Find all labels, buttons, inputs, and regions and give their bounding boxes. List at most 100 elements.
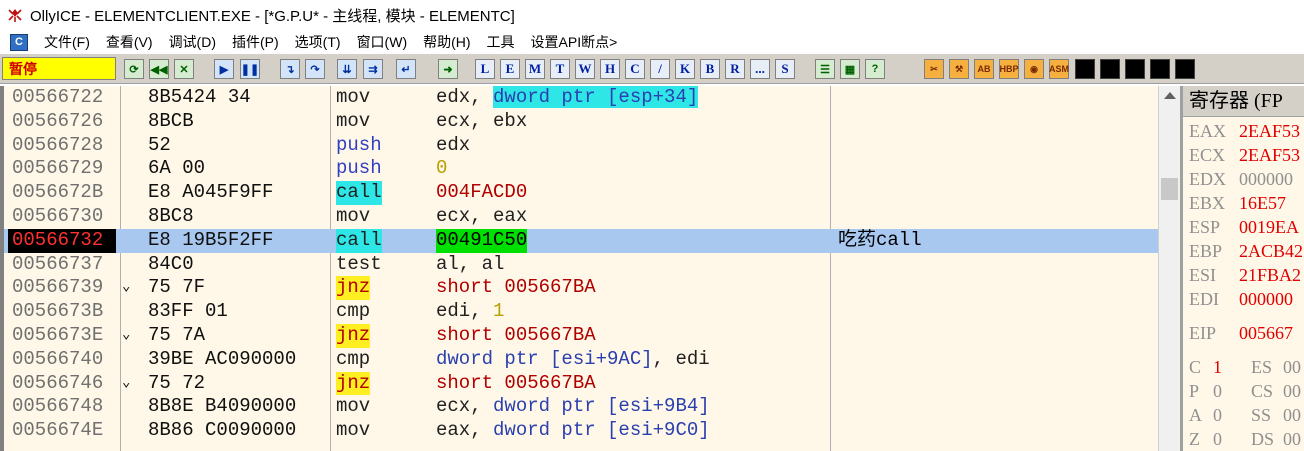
flag-row-p[interactable]: P 0 CS 00	[1183, 379, 1304, 403]
execute-till-return-icon[interactable]: ↵	[396, 59, 416, 79]
menu-window[interactable]: 窗口(W)	[349, 32, 416, 52]
asm-button[interactable]: ASM	[1049, 59, 1069, 79]
toolbar-black-slot-3[interactable]	[1125, 59, 1145, 79]
register-value: 2EAF53	[1239, 145, 1301, 165]
patches-window-button[interactable]: /	[650, 59, 670, 79]
mnemonic: jnz	[336, 276, 371, 301]
ollyice-bug-icon	[8, 9, 22, 22]
menu-file[interactable]: 文件(F)	[36, 32, 98, 52]
mnemonic: mov	[336, 395, 371, 418]
disasm-row[interactable]: 00566730 8BC8 mov ecx, eax	[4, 205, 1158, 229]
disassembly-scrollbar[interactable]	[1158, 86, 1180, 451]
appearance-icon[interactable]: ▦	[840, 59, 860, 79]
hex-bytes: 8B8E B4090000	[148, 395, 297, 418]
register-value: 2EAF53	[1239, 121, 1301, 141]
registers-header[interactable]: 寄存器 (FP	[1183, 86, 1304, 117]
toolbar-black-slot-4[interactable]	[1150, 59, 1170, 79]
system-menu-icon[interactable]: C	[10, 33, 28, 51]
register-ecx[interactable]: ECX 2EAF53	[1183, 143, 1304, 167]
restart-icon[interactable]: ◀◀	[149, 59, 169, 79]
address: 00566737	[12, 252, 104, 275]
modules-window-button[interactable]: E	[500, 59, 520, 79]
mnemonic: push	[336, 133, 382, 156]
step-into-icon[interactable]: ↴	[280, 59, 300, 79]
debug-options-icon[interactable]: ☰	[815, 59, 835, 79]
source-window-button[interactable]: S	[775, 59, 795, 79]
hex-bytes: E8 A045F9FF	[148, 181, 274, 204]
trace-over-icon[interactable]: ⇉	[363, 59, 383, 79]
target-icon[interactable]: ◉	[1024, 59, 1044, 79]
disasm-row[interactable]: 0056673E ⌄ 75 7A jnz short 005667BA	[4, 323, 1158, 348]
disasm-row[interactable]: 00566739 ⌄ 75 7F jnz short 005667BA	[4, 276, 1158, 301]
call-stack-window-button[interactable]: K	[675, 59, 695, 79]
windows-window-button[interactable]: W	[575, 59, 595, 79]
menu-plugins[interactable]: 插件(P)	[224, 32, 287, 52]
scroll-up-arrow-icon[interactable]	[1164, 92, 1176, 99]
registers-pane[interactable]: 寄存器 (FP EAX 2EAF53 ECX 2EAF53 EDX 000000 EB…	[1180, 86, 1304, 451]
menu-api-breakpoint[interactable]: 设置API断点>	[523, 32, 626, 52]
menu-help[interactable]: 帮助(H)	[415, 32, 478, 52]
menu-options[interactable]: 选项(T)	[287, 32, 349, 52]
address: 00566748	[12, 395, 104, 418]
operands: 0	[436, 157, 448, 180]
plugin-icon-2[interactable]: ⚒	[949, 59, 969, 79]
jump-arrow-icon: ⌄	[122, 279, 131, 296]
register-ebx[interactable]: EBX 16E57	[1183, 191, 1304, 215]
handles-window-button[interactable]: H	[600, 59, 620, 79]
register-esp[interactable]: ESP 0019EA	[1183, 215, 1304, 239]
disasm-row[interactable]: 00566726 8BCB mov ecx, ebx	[4, 110, 1158, 134]
disassembly-pane[interactable]: 00566722 8B5424 34 mov edx, dword ptr [e…	[0, 86, 1158, 451]
run-icon[interactable]: ▶	[214, 59, 234, 79]
register-eip[interactable]: EIP 005667	[1183, 321, 1304, 345]
disasm-row[interactable]: 0056674E 8B86 C0090000 mov eax, dword pt…	[4, 419, 1158, 443]
flag-row-a[interactable]: A 0 SS 00	[1183, 403, 1304, 427]
register-edx[interactable]: EDX 000000	[1183, 167, 1304, 191]
disasm-row[interactable]: 00566748 8B8E B4090000 mov ecx, dword pt…	[4, 395, 1158, 419]
open-file-icon[interactable]: ⟳	[124, 59, 144, 79]
toolbar-black-slot-5[interactable]	[1175, 59, 1195, 79]
disasm-row-selected[interactable]: 00566732 E8 19B5F2FF call 00491C50 吃药cal…	[4, 228, 1158, 253]
menu-tools[interactable]: 工具	[479, 32, 523, 52]
scrollbar-thumb[interactable]	[1161, 178, 1178, 200]
help-icon[interactable]: ?	[865, 59, 885, 79]
register-eax[interactable]: EAX 2EAF53	[1183, 119, 1304, 143]
plugin-icon-1[interactable]: ✂	[924, 59, 944, 79]
log-window-button[interactable]: L	[475, 59, 495, 79]
disasm-row[interactable]: 0056673B 83FF 01 cmp edi, 1	[4, 300, 1158, 324]
disasm-row[interactable]: 00566728 52 push edx	[4, 134, 1158, 158]
memory-window-button[interactable]: M	[525, 59, 545, 79]
references-window-button[interactable]: R	[725, 59, 745, 79]
mnemonic: mov	[336, 204, 371, 227]
close-program-icon[interactable]: ✕	[174, 59, 194, 79]
hardware-breakpoint-icon-ab[interactable]: AB	[974, 59, 994, 79]
menu-view[interactable]: 查看(V)	[98, 32, 161, 52]
segment-name: SS	[1251, 405, 1272, 425]
toolbar-black-slot-1[interactable]	[1075, 59, 1095, 79]
cpu-window-button[interactable]: C	[625, 59, 645, 79]
breakpoints-window-button[interactable]: B	[700, 59, 720, 79]
register-ebp[interactable]: EBP 2ACB42	[1183, 239, 1304, 263]
disasm-row[interactable]: 00566722 8B5424 34 mov edx, dword ptr [e…	[4, 86, 1158, 110]
toolbar-black-slot-2[interactable]	[1100, 59, 1120, 79]
trace-into-icon[interactable]: ⇊	[337, 59, 357, 79]
flag-row-z[interactable]: Z 0 DS 00	[1183, 427, 1304, 451]
pause-icon[interactable]: ❚❚	[240, 59, 260, 79]
disasm-row[interactable]: 0056672B E8 A045F9FF call 004FACD0	[4, 181, 1158, 205]
disasm-row[interactable]: 00566737 84C0 test al, al	[4, 253, 1158, 277]
flag-row-c[interactable]: C 1 ES 00	[1183, 355, 1304, 379]
disasm-row[interactable]: 00566740 39BE AC090000 cmp dword ptr [es…	[4, 348, 1158, 372]
go-to-address-icon[interactable]: ➜	[438, 59, 458, 79]
disasm-row[interactable]: 00566729 6A 00 push 0	[4, 157, 1158, 181]
menu-debug[interactable]: 调试(D)	[161, 32, 224, 52]
operand-register: edi,	[436, 300, 494, 323]
register-esi[interactable]: ESI 21FBA2	[1183, 263, 1304, 287]
step-over-icon[interactable]: ↷	[305, 59, 325, 79]
register-edi[interactable]: EDI 000000	[1183, 287, 1304, 311]
operands: eax, dword ptr [esi+9C0]	[436, 419, 710, 443]
address: 00566729	[12, 157, 104, 180]
hbp-button[interactable]: HBP	[999, 59, 1019, 79]
disasm-row[interactable]: 00566746 ⌄ 75 72 jnz short 005667BA	[4, 371, 1158, 396]
threads-window-button[interactable]: T	[550, 59, 570, 79]
mnemonic: cmp	[336, 347, 371, 370]
run-trace-window-button[interactable]: ...	[750, 59, 770, 79]
